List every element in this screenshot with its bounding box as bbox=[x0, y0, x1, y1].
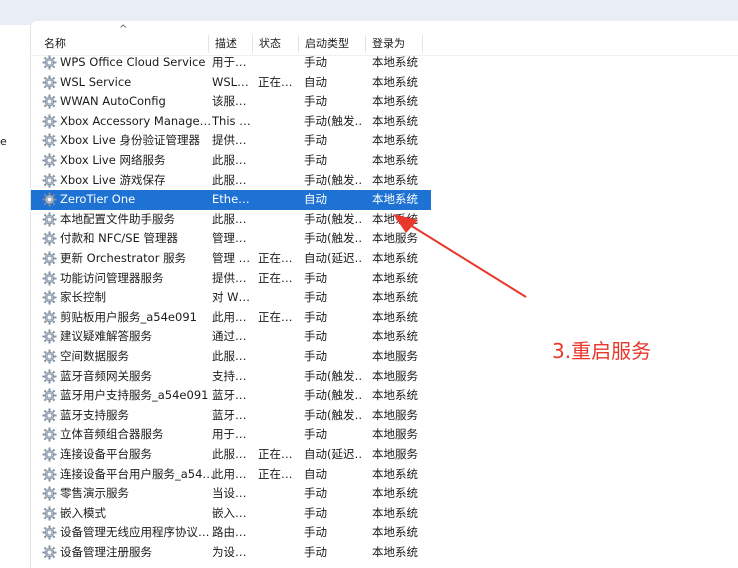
annotation-text: 3.重启服务 bbox=[552, 339, 652, 363]
annotation-arrow-line bbox=[401, 219, 527, 298]
annotation-arrow bbox=[393, 214, 527, 298]
annotation-arrow-head bbox=[393, 214, 418, 233]
